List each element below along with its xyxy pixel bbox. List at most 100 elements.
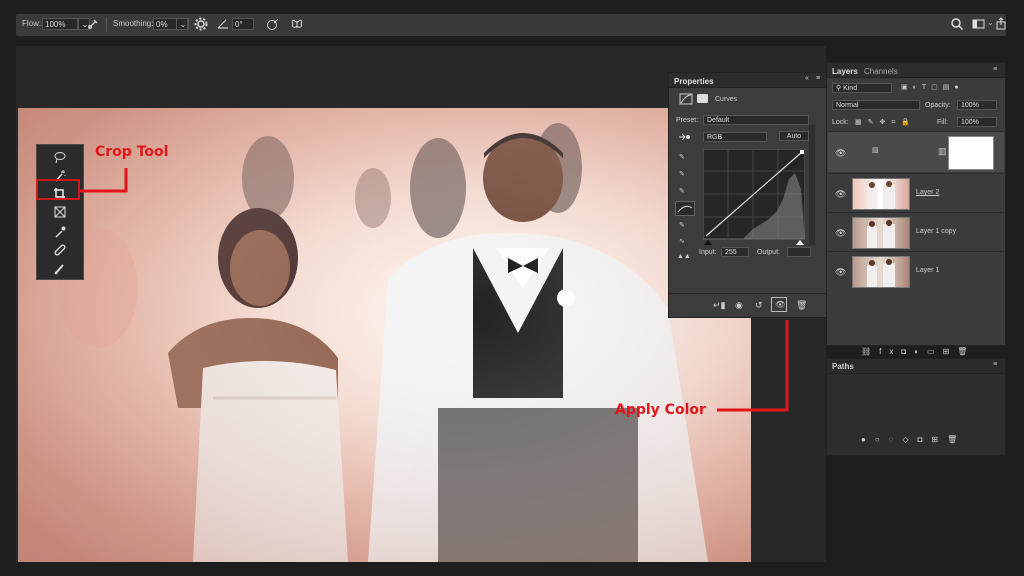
layer-visibility-eye-icon[interactable]: 👁 <box>835 189 846 200</box>
kind-value: Kind <box>843 85 858 92</box>
layer-action-icons[interactable]: ⛓fx◘◐▭⊞🗑 <box>861 347 975 356</box>
output-label: Output: <box>757 249 780 256</box>
properties-panel: Properties « ≡ Curves Preset: Default RG… <box>668 72 828 318</box>
layers-menu-icon[interactable]: ≡ <box>993 66 997 73</box>
channels-tab[interactable]: Channels <box>864 67 898 76</box>
eyedropper-tool[interactable] <box>43 223 77 240</box>
settings-gear-icon[interactable] <box>194 17 208 31</box>
blend-mode-dropdown[interactable]: Normal <box>832 100 920 110</box>
paths-header: Paths ≡ <box>827 359 1005 374</box>
pencil-draw-icon[interactable]: ✎ <box>679 221 685 229</box>
preset-label: Preset: <box>676 117 699 124</box>
target-adjust-icon[interactable] <box>677 131 691 143</box>
lock-icons[interactable]: ▦✎✥⌗🔒 <box>855 118 916 127</box>
workspace-icon[interactable] <box>972 17 986 31</box>
properties-title: Properties <box>674 77 714 86</box>
airbrush-icon[interactable] <box>86 17 100 31</box>
black-point-eyedropper-icon[interactable]: ✎ <box>679 153 685 161</box>
clipping-warning-icon[interactable]: ▲▲ <box>677 253 691 260</box>
path-action-icons[interactable]: ●○◌◇◘⊞🗑 <box>861 435 966 444</box>
frame-tool[interactable] <box>43 203 77 220</box>
clip-to-layer-icon[interactable]: ↵▮ <box>713 300 726 311</box>
lasso-tool[interactable] <box>43 149 77 166</box>
preset-dropdown[interactable]: Default <box>703 115 809 125</box>
angle-input[interactable]: 0° <box>232 18 254 30</box>
layer-thumbnail <box>852 256 910 288</box>
channel-dropdown[interactable]: RGB <box>703 132 767 142</box>
layer-thumbnail <box>852 217 910 249</box>
layers-tab[interactable]: Layers <box>832 67 858 76</box>
reset-icon[interactable]: ↺ <box>755 300 763 311</box>
paths-menu-icon[interactable]: ≡ <box>993 361 997 368</box>
angle-icon <box>217 19 228 29</box>
filter-type-icons[interactable]: ▣◐T▢▤● <box>901 83 964 91</box>
share-icon[interactable] <box>994 17 1008 31</box>
properties-header: Properties « ≡ <box>669 73 827 88</box>
eye-icon: 👁 <box>775 300 786 309</box>
layer-row[interactable]: 👁 Layer 2 <box>828 173 1004 212</box>
paths-title: Paths <box>832 362 854 371</box>
input-label: Input: <box>699 249 717 256</box>
healing-brush-tool[interactable] <box>43 241 77 258</box>
auto-button[interactable]: Auto <box>779 131 809 141</box>
gray-point-eyedropper-icon[interactable]: ✎ <box>679 170 685 178</box>
visibility-toggle-highlight[interactable]: 👁 <box>771 297 787 312</box>
curves-graph[interactable] <box>703 149 805 245</box>
layer-row[interactable]: 👁 Layer 1 copy <box>828 212 1004 251</box>
input-value-field[interactable]: 255 <box>721 247 749 257</box>
separator <box>106 17 107 32</box>
pressure-size-icon[interactable] <box>266 17 280 31</box>
properties-scrollbar[interactable] <box>809 125 815 245</box>
butterfly-icon[interactable] <box>290 17 304 31</box>
layer-mask-thumbnail[interactable] <box>948 136 994 170</box>
fill-label: Fill: <box>937 119 948 126</box>
frame-icon <box>54 206 66 217</box>
layer-name[interactable]: Layer 1 copy <box>916 228 956 235</box>
crop-tool-arrow <box>80 168 128 193</box>
crop-tool-annotation: Crop Tool <box>95 144 169 160</box>
output-value-field[interactable] <box>787 247 811 257</box>
apply-color-annotation: Apply Color <box>615 402 706 418</box>
search-icon[interactable] <box>950 17 964 31</box>
curves-label: Curves <box>715 96 738 103</box>
properties-footer: ↵▮ ◉ ↺ 👁 🗑 <box>669 293 827 316</box>
view-previous-icon[interactable]: ◉ <box>735 300 743 311</box>
layer-name[interactable]: Layer 1 <box>916 267 939 274</box>
layer-visibility-eye-icon[interactable]: 👁 <box>835 267 846 278</box>
eyedropper-icon <box>55 226 66 238</box>
smooth-curve-icon[interactable]: ∿ <box>679 237 685 245</box>
layer-row[interactable]: 👁 Layer 1 <box>828 251 1004 290</box>
curves-layer-icon: ▥ <box>938 146 947 156</box>
layers-header: Layers Channels ≡ <box>827 63 1005 78</box>
opacity-field[interactable]: 100% <box>957 100 997 110</box>
layers-panel: Layers Channels ≡ ⚲ Kind ▣◐T▢▤● Normal O… <box>826 62 1006 356</box>
layer-visibility-eye-icon[interactable]: 👁 <box>835 148 846 159</box>
collapse-icon[interactable]: « <box>805 75 809 82</box>
brush-icon <box>54 263 64 274</box>
options-bar: Flow: 100% ⌄ Smoothing: 0% ⌄ 0° ⌄ <box>16 14 1006 36</box>
apply-color-arrow <box>717 320 789 412</box>
tools-panel <box>36 144 84 280</box>
bandage-icon <box>54 243 66 256</box>
filter-kind-dropdown[interactable]: ⚲ Kind <box>832 83 892 93</box>
layer-name[interactable]: Layer 2 <box>916 189 939 196</box>
curves-adjustment-icon <box>679 93 693 105</box>
paths-panel: Paths ≡ ●○◌◇◘⊞🗑 <box>826 358 1006 456</box>
fill-field[interactable]: 100% <box>957 117 997 127</box>
white-point-eyedropper-icon[interactable]: ✎ <box>679 187 685 195</box>
brush-tool[interactable] <box>43 259 77 276</box>
delete-adjustment-icon[interactable]: 🗑 <box>796 300 807 311</box>
smoothing-label: Smoothing: <box>113 19 154 28</box>
workspace-dropdown-icon[interactable]: ⌄ <box>987 18 994 27</box>
curves-adjustment-layer-row[interactable]: 👁 ▨ ▥ ⛓ <box>828 131 1004 172</box>
smoothing-dropdown[interactable]: ⌄ <box>176 18 188 30</box>
layer-thumbnail <box>852 178 910 210</box>
crop-tool-highlight <box>36 179 80 200</box>
lasso-icon <box>54 151 66 163</box>
flow-input[interactable]: 100% <box>42 18 78 30</box>
panel-menu-icon[interactable]: ≡ <box>816 75 820 82</box>
curve-edit-icon <box>677 205 693 213</box>
layer-visibility-eye-icon[interactable]: 👁 <box>835 228 846 239</box>
mask-icon[interactable] <box>697 94 708 103</box>
curve-point-tool[interactable] <box>675 201 695 216</box>
